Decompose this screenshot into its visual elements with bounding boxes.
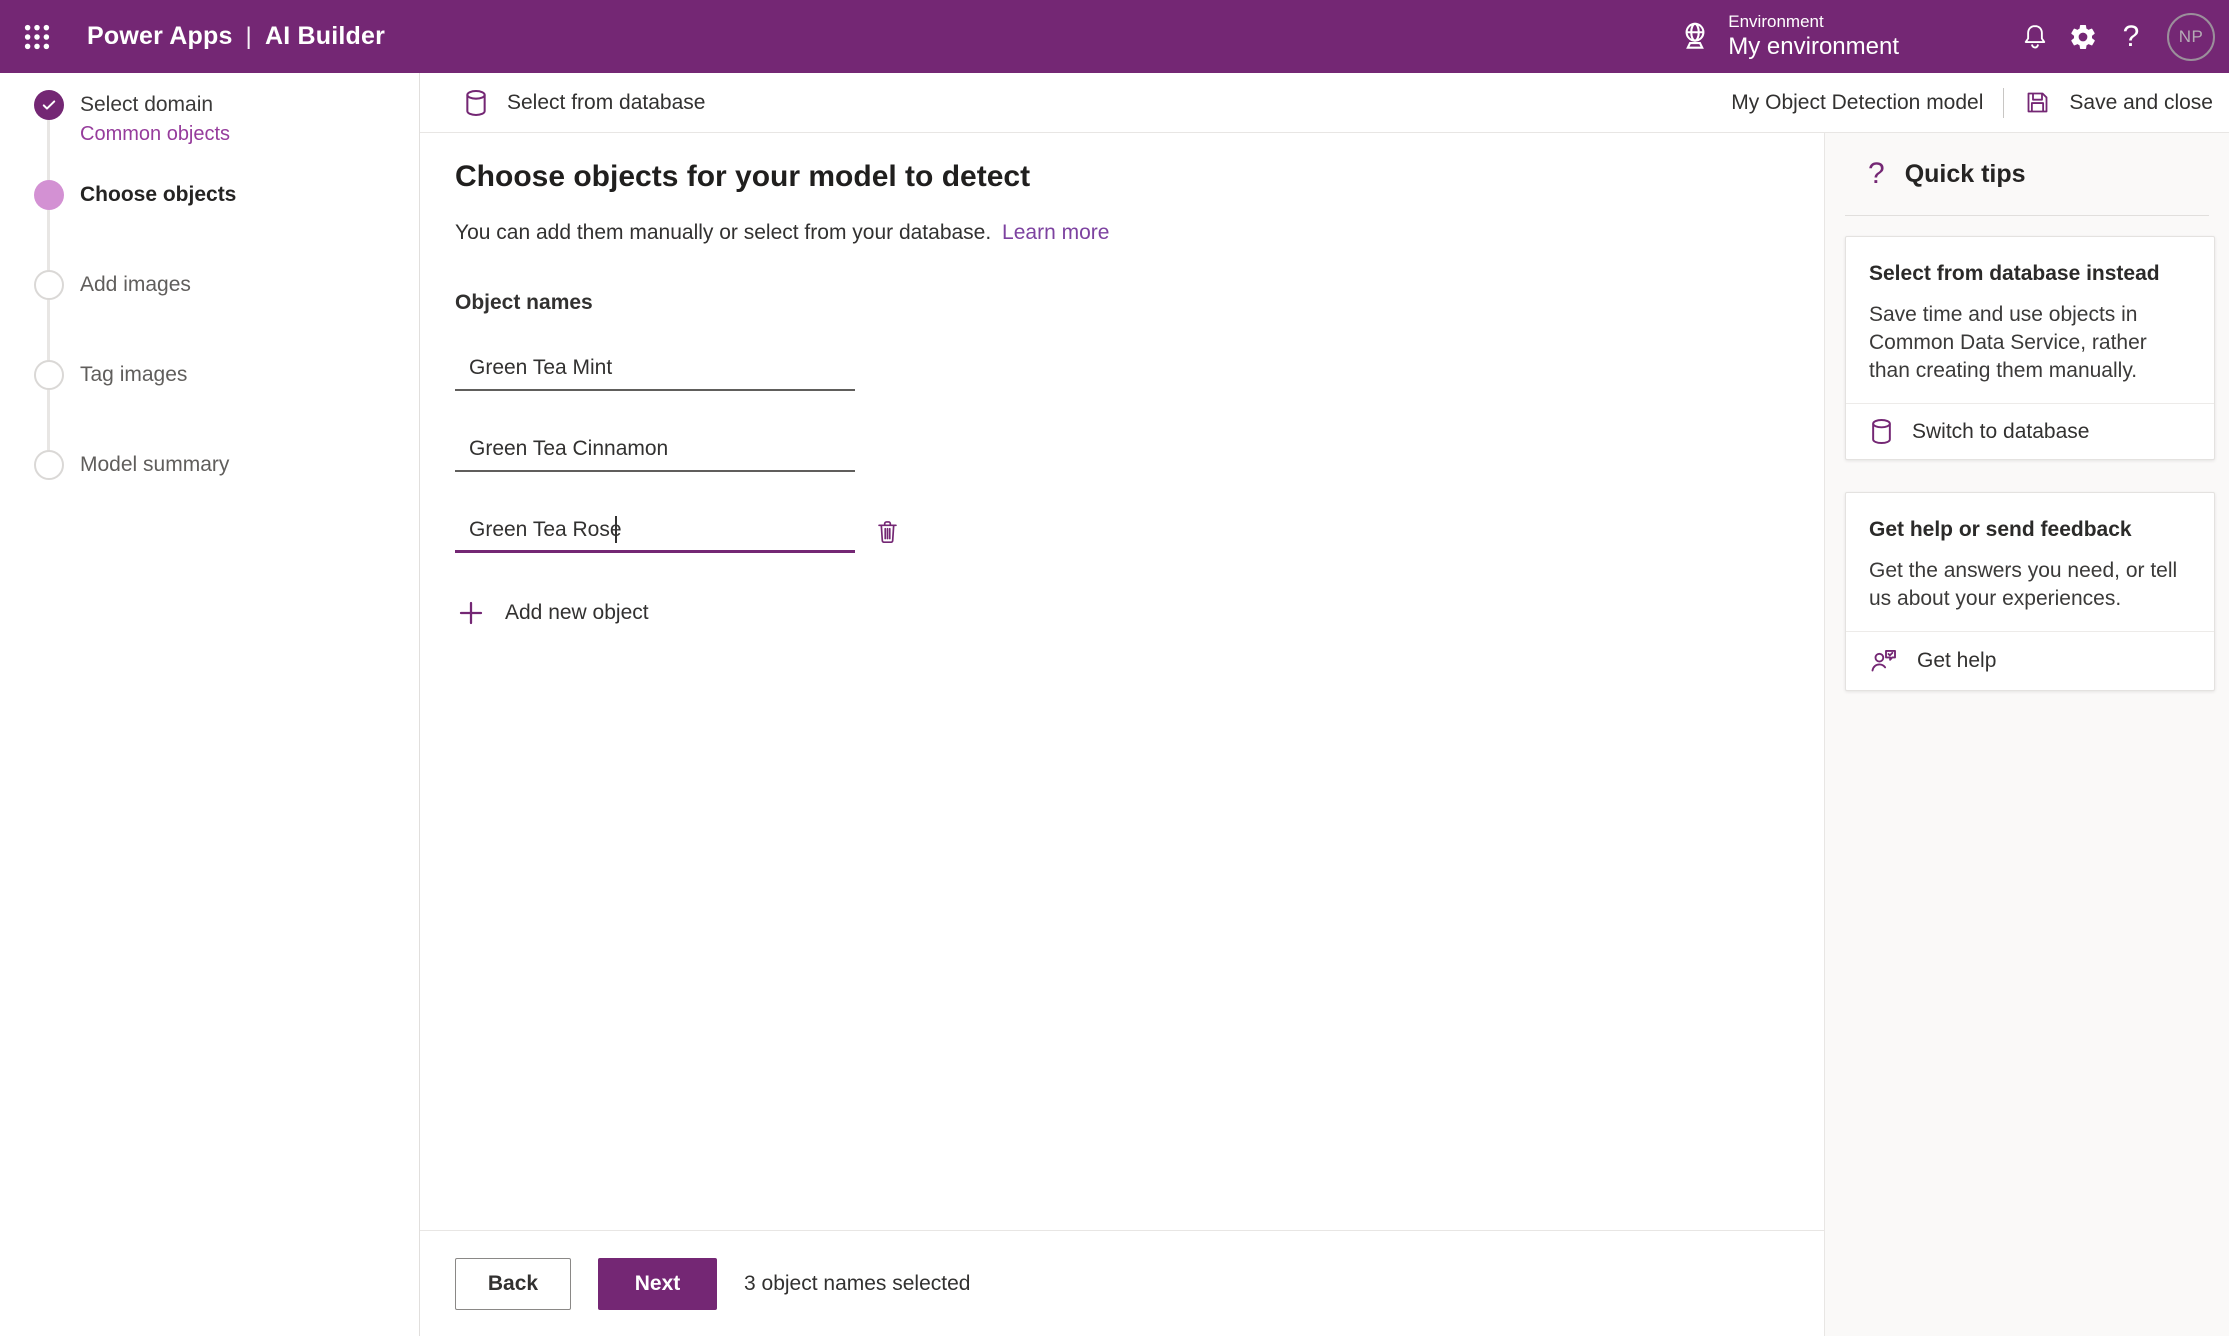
step-label: Select domain [80, 93, 214, 116]
delete-object-button[interactable] [869, 513, 905, 549]
environment-picker-button[interactable]: Environment My environment [1677, 12, 1899, 61]
tip-card-body: Get help or send feedback Get the answer… [1846, 493, 2214, 631]
quick-tips-divider [1845, 215, 2209, 216]
page-shell: Select domain Common objects Choose obje… [0, 73, 2229, 1336]
select-from-database-button[interactable]: Select from database [463, 89, 705, 117]
object-name-row-3 [455, 507, 1824, 553]
step-label: Tag images [80, 363, 188, 386]
account-avatar[interactable]: NP [2167, 12, 2215, 61]
step-label: Model summary [80, 453, 230, 476]
step-label: Add images [80, 273, 191, 296]
back-button[interactable]: Back [455, 1257, 571, 1310]
step-add-images[interactable]: Add images [34, 270, 191, 300]
save-icon [2024, 89, 2051, 116]
database-icon [1869, 418, 1894, 445]
plus-icon [455, 597, 487, 629]
next-button[interactable]: Next [598, 1257, 717, 1310]
tip-card-title: Select from database instead [1869, 262, 2160, 285]
content-main: Choose objects for your model to detect … [420, 133, 1824, 1230]
check-icon [42, 100, 56, 110]
tip-card-help: Get help or send feedback Get the answer… [1845, 492, 2215, 691]
title-divider: | [245, 23, 252, 50]
app-product: AI Builder [264, 22, 386, 50]
tip-card-text: Save time and use objects in Common Data… [1869, 303, 2147, 382]
command-bar: Select from database My Object Detection… [420, 73, 2229, 133]
app-title: Power Apps | AI Builder [87, 22, 385, 51]
object-name-field-1 [455, 345, 855, 391]
object-name-fields [455, 345, 1824, 553]
learn-more-link[interactable]: Learn more [1002, 221, 1109, 244]
environment-icon [1677, 18, 1713, 54]
quick-tips-panel: ? Quick tips Select from database instea… [1824, 133, 2229, 1336]
step-choose-objects[interactable]: Choose objects [34, 180, 236, 210]
object-name-input-2[interactable] [455, 426, 855, 472]
tip-card-body: Select from database instead Save time a… [1846, 237, 2214, 403]
step-current-dot [34, 180, 64, 210]
get-help-button[interactable]: Get help [1846, 632, 2214, 690]
page-title: Choose objects for your model to detect [455, 160, 1031, 193]
object-name-field-2 [455, 426, 855, 472]
step-sublabel: Common objects [80, 123, 231, 145]
command-bar-divider [2003, 87, 2005, 118]
app-header: Power Apps | AI Builder Environment My e… [0, 0, 2229, 73]
step-select-domain[interactable]: Select domain Common objects [34, 90, 230, 146]
add-new-object-button[interactable]: Add new object [455, 597, 649, 629]
wizard-footer: Back Next 3 object names selected [420, 1230, 1824, 1336]
save-and-close-label: Save and close [2069, 90, 2213, 114]
step-complete-icon [34, 90, 64, 120]
subtext-body: You can add them manually or select from… [455, 221, 992, 244]
trash-icon [874, 518, 901, 545]
wizard-content: Choose objects for your model to detect … [420, 133, 1824, 1336]
wizard-stepper: Select domain Common objects Choose obje… [0, 73, 420, 1336]
step-model-summary[interactable]: Model summary [34, 450, 229, 480]
text-caret [615, 516, 617, 543]
tip-card-text: Get the answers you need, or tell us abo… [1869, 559, 2178, 610]
person-feedback-icon [1869, 646, 1899, 676]
body-row: Choose objects for your model to detect … [420, 133, 2229, 1336]
question-mark-icon: ? [1868, 157, 1885, 190]
selection-status: 3 object names selected [744, 1271, 971, 1295]
app-brand: Power Apps [87, 22, 233, 50]
step-label: Choose objects [80, 183, 237, 206]
switch-to-database-button[interactable]: Switch to database [1846, 404, 2214, 459]
get-help-label: Get help [1917, 649, 1997, 672]
gear-icon [2068, 22, 2098, 52]
object-name-input-1[interactable] [455, 345, 855, 391]
step-upcoming-dot [34, 450, 64, 480]
select-from-database-label: Select from database [507, 90, 706, 114]
help-button[interactable]: ? [2107, 7, 2155, 67]
environment-label: Environment [1728, 11, 1824, 31]
page-subtext: You can add them manually or select from… [455, 219, 1824, 247]
environment-name: My environment [1728, 33, 1899, 61]
step-upcoming-dot [34, 270, 64, 300]
switch-to-database-label: Switch to database [1912, 419, 2090, 443]
tip-card-title: Get help or send feedback [1869, 518, 2132, 541]
step-upcoming-dot [34, 360, 64, 390]
tip-card-database: Select from database instead Save time a… [1845, 236, 2215, 460]
quick-tips-title: Quick tips [1904, 159, 2026, 188]
main-column: Select from database My Object Detection… [420, 73, 2229, 1336]
add-new-object-label: Add new object [505, 601, 649, 624]
waffle-icon [22, 22, 52, 52]
settings-button[interactable] [2059, 7, 2107, 67]
help-icon: ? [2122, 19, 2140, 53]
waffle-menu-button[interactable] [0, 0, 73, 73]
step-tag-images[interactable]: Tag images [34, 360, 187, 390]
database-icon [463, 89, 489, 117]
object-names-label: Object names [455, 291, 593, 314]
quick-tips-header: ? Quick tips [1825, 133, 2229, 191]
model-name-label[interactable]: My Object Detection model [1731, 91, 1983, 115]
object-name-input-3[interactable] [455, 507, 855, 553]
save-and-close-button[interactable]: Save and close [2024, 89, 2213, 116]
object-name-field-3 [455, 507, 855, 553]
bell-icon [2020, 22, 2050, 52]
notifications-button[interactable] [2011, 7, 2059, 67]
